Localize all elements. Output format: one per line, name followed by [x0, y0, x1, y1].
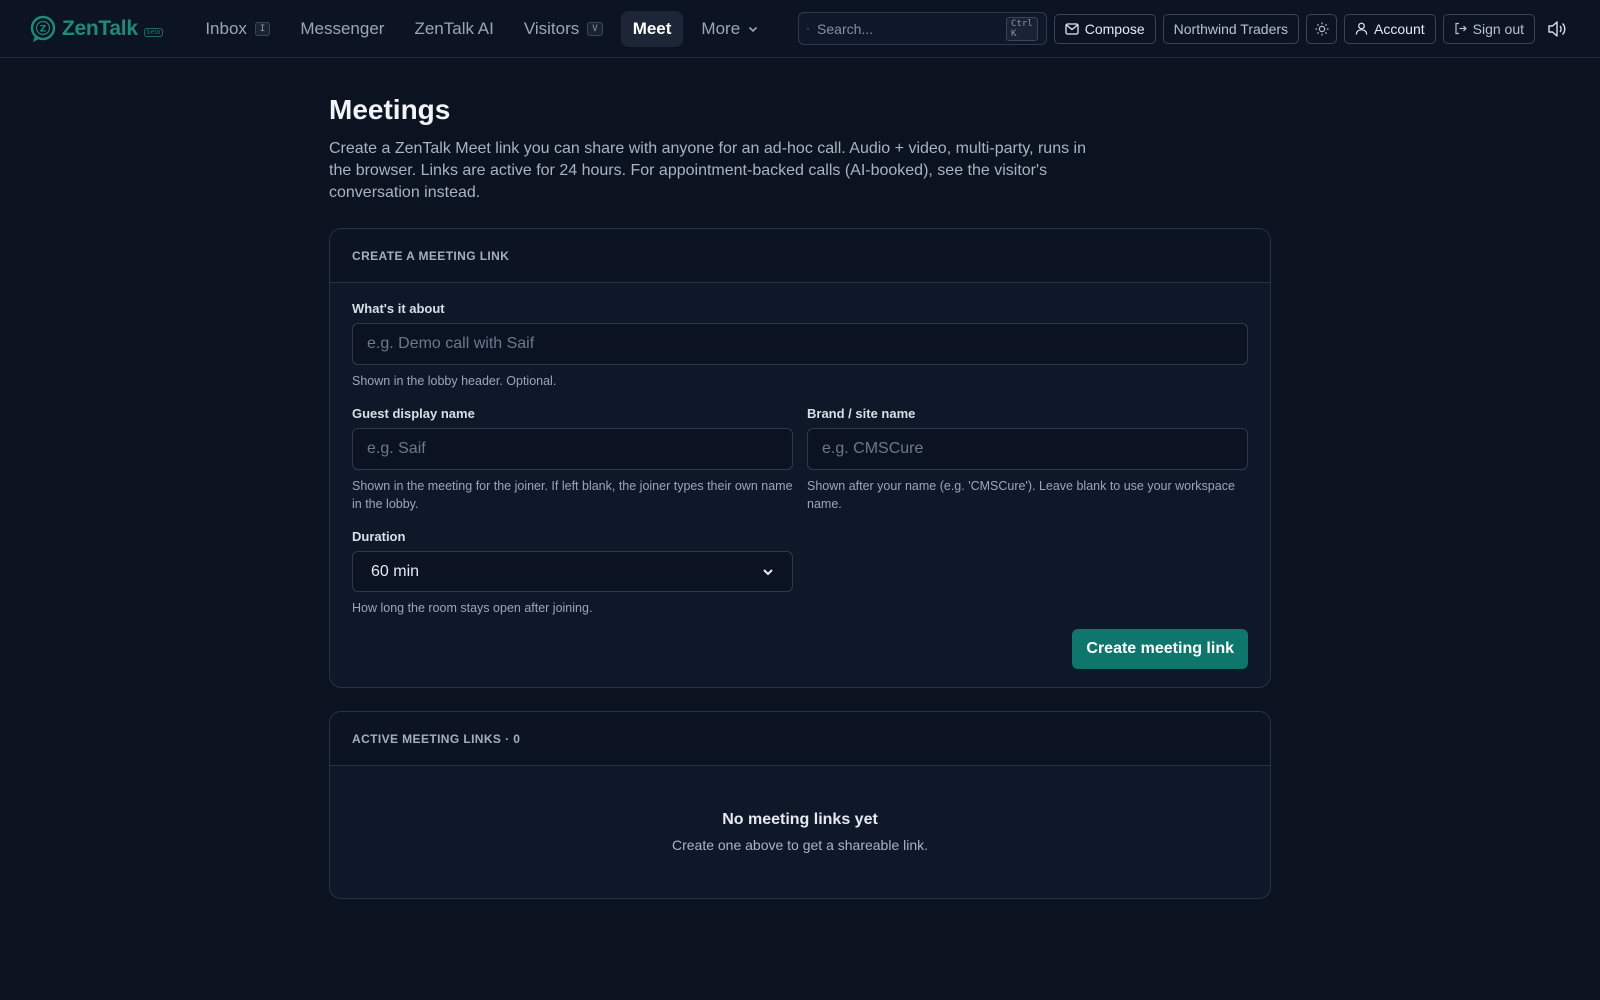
create-meeting-link-button[interactable]: Create meeting link	[1072, 629, 1248, 669]
workspace-label: Northwind Traders	[1173, 20, 1289, 37]
top-nav: Z ZenTalk beta Inbox I Messenger ZenTalk…	[0, 0, 1600, 58]
create-meeting-form: What's it about Shown in the lobby heade…	[330, 283, 1270, 687]
search-box[interactable]: Ctrl K	[797, 12, 1047, 45]
zentalk-logo-icon: Z	[30, 15, 56, 42]
brand-name-input[interactable]	[807, 428, 1248, 470]
brand-badge: beta	[143, 28, 164, 37]
guest-help: Shown in the meeting for the joiner. If …	[352, 479, 793, 511]
guest-field: Guest display name Shown in the meeting …	[352, 406, 793, 513]
main-content: Meetings Create a ZenTalk Meet link you …	[329, 58, 1271, 899]
sign-out-button[interactable]: Sign out	[1442, 13, 1535, 44]
brand-label: Brand / site name	[807, 406, 916, 421]
mail-icon	[1065, 22, 1079, 35]
logo[interactable]: Z ZenTalk beta	[28, 14, 164, 44]
sign-out-label: Sign out	[1472, 20, 1524, 37]
active-links-card: ACTIVE MEETING LINKS · 0 No meeting link…	[329, 711, 1271, 899]
sun-icon	[1315, 22, 1329, 35]
duration-help: How long the room stays open after joini…	[352, 601, 593, 615]
nav-meet-label: Meet	[632, 18, 672, 38]
duration-field: Duration 60 min How long the room stays …	[352, 529, 1248, 617]
nav-visitors[interactable]: Visitors V	[512, 11, 615, 47]
guest-label: Guest display name	[352, 406, 475, 421]
sign-out-icon	[1455, 22, 1467, 35]
about-input[interactable]	[352, 323, 1248, 365]
brand-field: Brand / site name Shown after your name …	[807, 406, 1248, 513]
brand-name: ZenTalk	[62, 16, 138, 40]
account-label: Account	[1374, 20, 1425, 37]
nav-visitors-label: Visitors	[523, 18, 580, 38]
empty-state-subtitle: Create one above to get a shareable link…	[671, 837, 929, 853]
form-actions: Create meeting link	[352, 629, 1248, 669]
nav-inbox-shortcut: I	[254, 21, 271, 36]
nav-inbox[interactable]: Inbox I	[193, 11, 282, 47]
active-links-heading: ACTIVE MEETING LINKS · 0	[330, 712, 1270, 766]
account-button[interactable]: Account	[1344, 13, 1436, 44]
workspace-button[interactable]: Northwind Traders	[1162, 13, 1300, 44]
sound-toggle[interactable]	[1542, 14, 1572, 44]
create-meeting-card: CREATE A MEETING LINK What's it about Sh…	[329, 228, 1271, 688]
search-input[interactable]	[817, 20, 999, 37]
nav-meet[interactable]: Meet	[620, 10, 684, 47]
about-label: What's it about	[352, 301, 445, 316]
duration-value: 60 min	[371, 562, 420, 580]
chevron-down-icon	[749, 26, 758, 32]
page-title: Meetings	[329, 94, 451, 125]
nav-zentalk-ai[interactable]: ZenTalk AI	[402, 11, 505, 47]
empty-state-title: No meeting links yet	[722, 811, 878, 828]
brand-help: Shown after your name (e.g. 'CMSCure'). …	[807, 479, 1235, 511]
speaker-icon	[1548, 20, 1566, 37]
duration-select[interactable]: 60 min	[352, 551, 793, 592]
nav-messenger[interactable]: Messenger	[288, 11, 396, 47]
nav-more[interactable]: More	[689, 11, 770, 47]
compose-label: Compose	[1084, 20, 1145, 37]
theme-toggle-button[interactable]	[1306, 13, 1338, 44]
about-help: Shown in the lobby header. Optional.	[352, 374, 557, 388]
nav-visitors-shortcut: V	[587, 21, 603, 36]
duration-label: Duration	[352, 529, 406, 544]
search-icon	[806, 27, 809, 30]
compose-button[interactable]: Compose	[1053, 13, 1156, 44]
nav-inbox-label: Inbox	[205, 18, 247, 38]
user-icon	[1355, 22, 1368, 35]
nav-more-label: More	[701, 18, 741, 38]
nav-messenger-label: Messenger	[300, 18, 385, 38]
page-description: Create a ZenTalk Meet link you can share…	[329, 140, 1086, 201]
nav-actions: Ctrl K Compose Northwind Traders Account…	[797, 12, 1572, 45]
guest-name-input[interactable]	[352, 428, 793, 470]
search-shortcut: Ctrl K	[1006, 16, 1038, 41]
nav-zentalk-ai-label: ZenTalk AI	[414, 18, 494, 38]
chevron-down-icon	[763, 568, 773, 575]
create-meeting-heading: CREATE A MEETING LINK	[330, 229, 1270, 283]
nav-links: Inbox I Messenger ZenTalk AI Visitors V …	[193, 10, 770, 47]
duration-select-wrap: 60 min	[352, 551, 793, 592]
empty-state: No meeting links yet Create one above to…	[330, 766, 1270, 898]
name-fields-row: Guest display name Shown in the meeting …	[352, 406, 1248, 513]
svg-text:Z: Z	[40, 24, 47, 34]
